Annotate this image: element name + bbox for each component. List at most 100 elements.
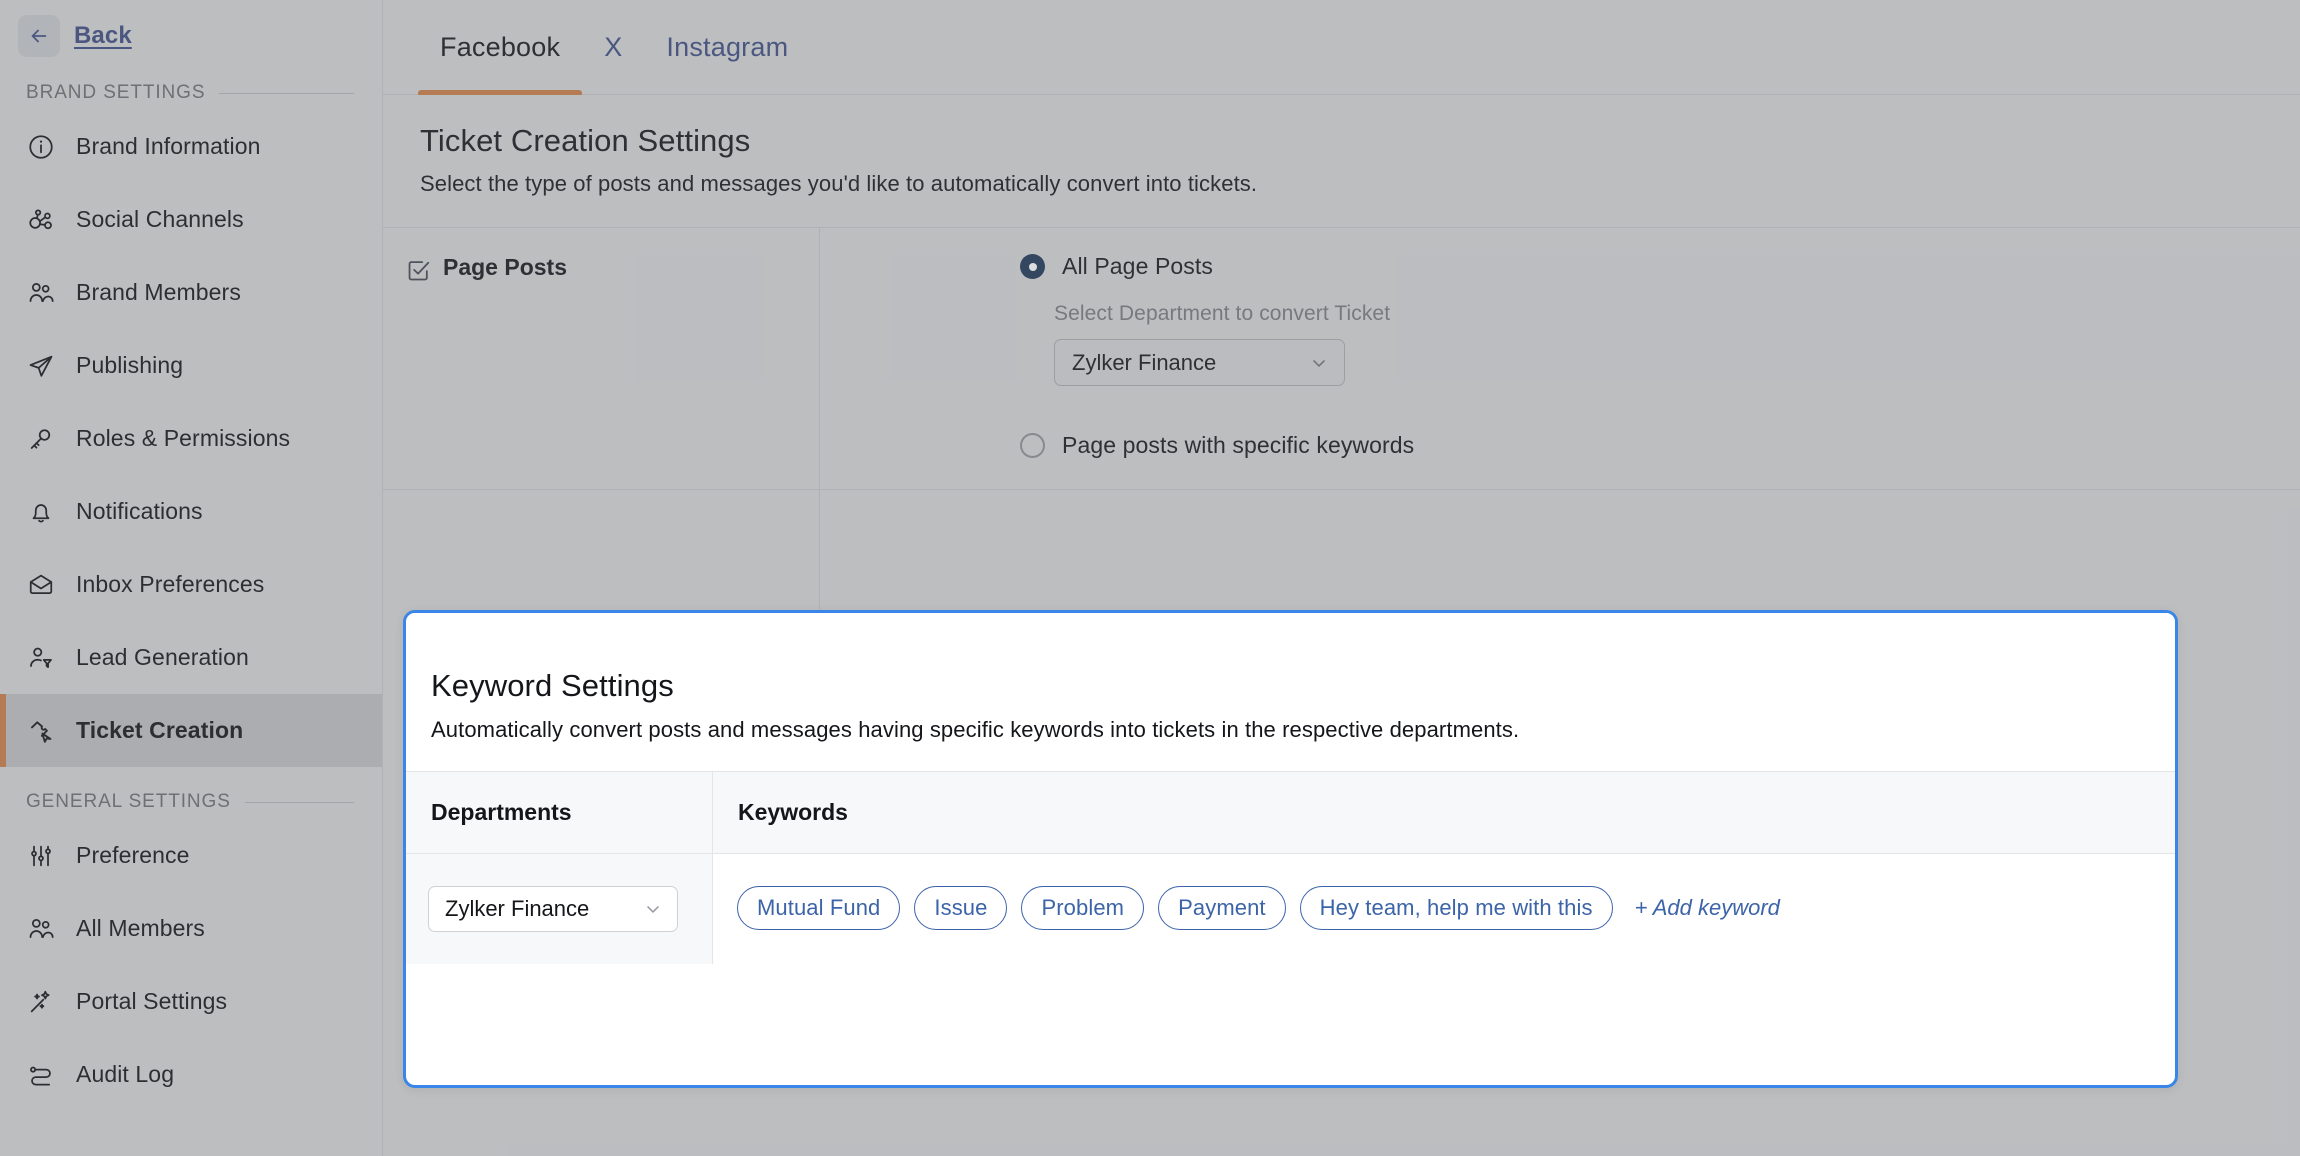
page-posts-label: Page Posts <box>443 254 567 280</box>
sidebar-item-label: Brand Information <box>76 133 261 159</box>
sliders-icon <box>26 841 56 871</box>
chevron-down-icon <box>643 899 663 919</box>
keyword-chip[interactable]: Hey team, help me with this <box>1299 886 1613 930</box>
sidebar-item-audit-log[interactable]: Audit Log <box>0 1038 382 1111</box>
group-divider <box>219 92 354 94</box>
keywords-cell: Mutual Fund Issue Problem Payment Hey te… <box>713 854 2175 964</box>
column-header-label: Keywords <box>738 799 848 825</box>
department-selector-block: Select Department to convert Ticket Zylk… <box>1054 302 2300 386</box>
departments-column-header: Departments <box>406 772 713 853</box>
group-divider <box>244 801 354 803</box>
next-section-left <box>383 490 820 610</box>
radio-unselected-icon[interactable] <box>1020 433 1045 458</box>
keyword-chip[interactable]: Payment <box>1158 886 1286 930</box>
option-label: All Page Posts <box>1062 253 1213 279</box>
checkbox-checked-icon[interactable] <box>406 258 431 283</box>
tab-label: X <box>604 32 623 62</box>
user-funnel-icon <box>26 643 56 673</box>
tab-instagram[interactable]: Instagram <box>644 0 810 95</box>
sidebar-item-label: Audit Log <box>76 1061 175 1087</box>
radio-selected-icon[interactable] <box>1020 254 1045 279</box>
sidebar-group-brand-settings: BRAND SETTINGS <box>0 58 382 110</box>
sidebar-group-general-settings: GENERAL SETTINGS <box>0 767 382 819</box>
sidebar-item-brand-information[interactable]: Brand Information <box>0 110 382 183</box>
sidebar-item-brand-members[interactable]: Brand Members <box>0 256 382 329</box>
bell-icon <box>26 497 56 527</box>
sidebar-item-label: Publishing <box>76 352 184 378</box>
page-posts-toggle[interactable]: Page Posts <box>383 228 820 489</box>
chevron-down-icon <box>1309 353 1329 373</box>
users-icon <box>26 278 56 308</box>
envelope-open-icon <box>26 570 56 600</box>
key-icon <box>26 424 56 454</box>
sidebar-item-label: Roles & Permissions <box>76 425 291 451</box>
option-keyword-page-posts[interactable]: Page posts with specific keywords <box>1020 432 2300 459</box>
table-row: Zylker Finance Mutual Fund Issue Problem… <box>406 854 2175 964</box>
tab-label: Instagram <box>666 32 789 62</box>
sidebar-item-inbox-preferences[interactable]: Inbox Preferences <box>0 548 382 621</box>
add-keyword-link[interactable]: + Add keyword <box>1635 895 1780 921</box>
sidebar-item-lead-generation[interactable]: Lead Generation <box>0 621 382 694</box>
sidebar-item-all-members[interactable]: All Members <box>0 892 382 965</box>
sidebar-item-social-channels[interactable]: Social Channels <box>0 183 382 256</box>
department-value: Zylker Finance <box>1072 349 1217 375</box>
settings-sidebar: Back BRAND SETTINGS Brand Information So… <box>0 0 383 1156</box>
keyword-settings-description: Automatically convert posts and messages… <box>431 717 1520 742</box>
tab-facebook[interactable]: Facebook <box>418 0 583 95</box>
row-department-value: Zylker Finance <box>445 896 590 921</box>
sidebar-item-notifications[interactable]: Notifications <box>0 475 382 548</box>
page-header: Ticket Creation Settings Select the type… <box>383 95 2300 228</box>
keyword-card-header: Keyword Settings Automatically convert p… <box>406 613 2175 771</box>
departments-cell: Zylker Finance <box>406 854 713 964</box>
back-navigation[interactable]: Back <box>0 0 382 58</box>
table-header-row: Departments Keywords <box>406 772 2175 854</box>
arrow-left-icon <box>28 25 50 47</box>
sidebar-group-title: GENERAL SETTINGS <box>26 791 231 812</box>
sidebar-item-portal-settings[interactable]: Portal Settings <box>0 965 382 1038</box>
sidebar-item-label: Ticket Creation <box>76 717 244 743</box>
page-posts-section: Page Posts All Page Posts Select Departm… <box>383 228 2300 490</box>
users-icon <box>26 914 56 944</box>
tab-x[interactable]: X <box>582 0 644 95</box>
sidebar-item-label: Brand Members <box>76 279 241 305</box>
back-arrow-button[interactable] <box>18 15 60 57</box>
sidebar-item-label: Portal Settings <box>76 988 228 1014</box>
department-dropdown[interactable]: Zylker Finance <box>1054 339 1345 386</box>
channel-tabs: Facebook X Instagram <box>383 0 2300 95</box>
sidebar-item-ticket-creation[interactable]: Ticket Creation <box>0 694 382 767</box>
info-circle-icon <box>26 132 56 162</box>
sidebar-item-publishing[interactable]: Publishing <box>0 329 382 402</box>
page-subtitle: Select the type of posts and messages yo… <box>420 171 1258 196</box>
app-root: Back BRAND SETTINGS Brand Information So… <box>0 0 2300 1156</box>
keyword-settings-table: Departments Keywords Zylker Finance Mutu… <box>406 771 2175 964</box>
column-header-label: Departments <box>431 799 572 825</box>
keyword-chip[interactable]: Mutual Fund <box>737 886 901 930</box>
audit-log-icon <box>26 1060 56 1090</box>
back-link-label[interactable]: Back <box>74 22 132 50</box>
keyword-chip[interactable]: Problem <box>1021 886 1145 930</box>
keyword-settings-card: Keyword Settings Automatically convert p… <box>403 610 2178 1088</box>
option-all-page-posts[interactable]: All Page Posts <box>1020 253 2300 280</box>
page-posts-options: All Page Posts Select Department to conv… <box>820 228 2300 489</box>
sidebar-item-label: Lead Generation <box>76 644 249 670</box>
department-caption: Select Department to convert Ticket <box>1054 302 1391 325</box>
social-channels-icon <box>26 205 56 235</box>
sidebar-group-title: BRAND SETTINGS <box>26 82 206 103</box>
keyword-settings-title: Keyword Settings <box>431 668 674 703</box>
page-title: Ticket Creation Settings <box>420 123 751 158</box>
sidebar-item-label: Notifications <box>76 498 203 524</box>
option-label: Page posts with specific keywords <box>1062 432 1415 458</box>
row-department-dropdown[interactable]: Zylker Finance <box>428 886 678 932</box>
ticket-cursor-icon <box>26 716 56 746</box>
sidebar-item-roles-permissions[interactable]: Roles & Permissions <box>0 402 382 475</box>
keyword-chip[interactable]: Issue <box>914 886 1008 930</box>
next-section-right <box>820 490 2300 610</box>
sidebar-item-label: Preference <box>76 842 190 868</box>
sidebar-item-label: Social Channels <box>76 206 244 232</box>
sidebar-item-preference[interactable]: Preference <box>0 819 382 892</box>
magic-wand-icon <box>26 987 56 1017</box>
paper-plane-icon <box>26 351 56 381</box>
sidebar-item-label: All Members <box>76 915 205 941</box>
next-section-placeholder <box>383 490 2300 610</box>
tab-label: Facebook <box>440 32 561 62</box>
